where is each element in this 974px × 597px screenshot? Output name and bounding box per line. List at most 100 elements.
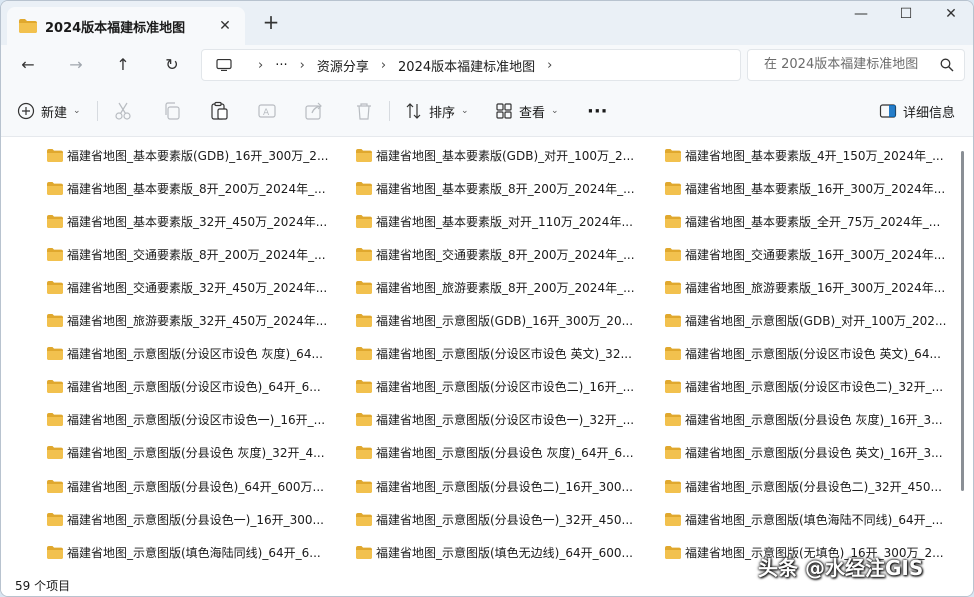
file-name: 福建省地图_示意图版(分设区市设色 英文)_32...	[376, 347, 632, 362]
file-item[interactable]: 福建省地图_示意图版(分县设色)_64开_600万...	[47, 474, 324, 498]
folder-icon	[665, 181, 681, 195]
file-item[interactable]: 福建省地图_示意图版(分设区市设色 英文)_64...	[665, 342, 941, 366]
search-input[interactable]: 在 2024版本福建标准地图	[747, 49, 965, 81]
command-bar: 新建 ⌄ A 排序 ⌄ 查看 ⌄ ··· 详细信息	[1, 85, 973, 137]
file-item[interactable]: 福建省地图_示意图版(GDB)_16开_300万_20...	[356, 309, 633, 333]
new-button[interactable]: 新建 ⌄	[17, 99, 81, 123]
sort-icon	[406, 103, 421, 119]
file-item[interactable]: 福建省地图_基本要素版_8开_200万_2024年_...	[47, 176, 326, 200]
more-options-button[interactable]: ···	[587, 99, 608, 123]
file-item[interactable]: 福建省地图_基本要素版_对开_110万_2024年...	[356, 209, 633, 233]
folder-icon	[47, 545, 63, 559]
folder-icon	[665, 512, 681, 526]
file-item[interactable]: 福建省地图_交通要素版_32开_450万_2024年...	[47, 275, 327, 299]
file-item[interactable]: 福建省地图_示意图版(GDB)_对开_100万_202...	[665, 309, 946, 333]
file-item[interactable]: 福建省地图_示意图版(分县设色 灰度)_32开_4...	[47, 441, 325, 465]
explorer-window: 2024版本福建标准地图 ✕ + — ☐ ✕ ← → ↑ ↻ › ··· › 资…	[0, 0, 974, 597]
folder-icon	[665, 380, 681, 394]
forward-button[interactable]: →	[62, 51, 90, 79]
file-name: 福建省地图_基本要素版_对开_110万_2024年...	[376, 214, 633, 229]
file-item[interactable]: 福建省地图_交通要素版_8开_200万_2024年_...	[356, 242, 635, 266]
file-item[interactable]: 福建省地图_基本要素版(GDB)_16开_300万_2...	[47, 143, 328, 167]
file-item[interactable]: 福建省地图_示意图版(分设区市设色一)_16开_...	[47, 408, 325, 432]
folder-icon	[356, 479, 372, 493]
file-name: 福建省地图_基本要素版_4开_150万_2024年_...	[685, 148, 944, 163]
file-item[interactable]: 福建省地图_示意图版(分设区市设色)_64开_6...	[47, 375, 321, 399]
file-name: 福建省地图_示意图版(分设区市设色 英文)_64...	[685, 347, 941, 362]
file-item[interactable]: 福建省地图_示意图版(分县设色 灰度)_16开_3...	[665, 408, 943, 432]
file-item[interactable]: 福建省地图_示意图版(分设区市设色二)_32开_...	[665, 375, 943, 399]
view-button[interactable]: 查看 ⌄	[495, 99, 559, 123]
file-name: 福建省地图_基本要素版_16开_300万_2024年...	[685, 181, 946, 196]
file-item[interactable]: 福建省地图_基本要素版_32开_450万_2024年...	[47, 209, 327, 233]
file-item[interactable]: 福建省地图_示意图版(分设区市设色二)_16开_...	[356, 375, 634, 399]
file-item[interactable]: 福建省地图_基本要素版_16开_300万_2024年...	[665, 176, 945, 200]
breadcrumb-resource-share[interactable]: 资源分享	[317, 56, 369, 75]
file-item[interactable]: 福建省地图_示意图版(填色无边线)_64开_600...	[356, 540, 633, 564]
back-button[interactable]: ←	[14, 51, 42, 79]
file-name: 福建省地图_基本要素版(GDB)_16开_300万_2...	[67, 148, 329, 163]
file-item[interactable]: 福建省地图_示意图版(填色海陆同线)_64开_6...	[47, 540, 321, 564]
copy-icon[interactable]	[162, 101, 182, 121]
item-count: 59 个项目	[15, 579, 71, 593]
file-name: 福建省地图_示意图版(填色海陆不同线)_64开_...	[685, 512, 944, 527]
file-item[interactable]: 福建省地图_示意图版(分设区市设色 灰度)_64...	[47, 342, 323, 366]
file-item[interactable]: 福建省地图_示意图版(分县设色 灰度)_64开_6...	[356, 441, 634, 465]
folder-icon	[356, 247, 372, 261]
file-name: 福建省地图_示意图版(分设区市设色 灰度)_64...	[67, 347, 323, 362]
breadcrumb-current-folder[interactable]: 2024版本福建标准地图	[398, 56, 535, 75]
file-item[interactable]: 福建省地图_交通要素版_8开_200万_2024年_...	[47, 242, 326, 266]
file-item[interactable]: 福建省地图_基本要素版(GDB)_对开_100万_2...	[356, 143, 634, 167]
breadcrumb-ellipsis[interactable]: ···	[275, 58, 287, 73]
folder-icon	[665, 148, 681, 162]
file-item[interactable]: 福建省地图_旅游要素版_16开_300万_2024年...	[665, 275, 945, 299]
file-name: 福建省地图_基本要素版_全开_75万_2024年_...	[685, 214, 941, 229]
vertical-scrollbar[interactable]	[961, 151, 964, 491]
file-item[interactable]: 福建省地图_基本要素版_4开_150万_2024年_...	[665, 143, 944, 167]
file-item[interactable]: 福建省地图_示意图版(填色海陆不同线)_64开_...	[665, 507, 943, 531]
file-item[interactable]: 福建省地图_示意图版(分设区市设色一)_32开_...	[356, 408, 634, 432]
paste-icon[interactable]	[209, 101, 229, 121]
breadcrumb-separator: ›	[380, 57, 387, 73]
file-item[interactable]: 福建省地图_示意图版(分县设色二)_32开_450...	[665, 474, 942, 498]
file-name: 福建省地图_示意图版(分县设色 灰度)_32开_4...	[67, 446, 325, 461]
tab-current-folder[interactable]: 2024版本福建标准地图 ✕	[7, 7, 245, 45]
rename-icon[interactable]: A	[257, 101, 277, 121]
maximize-button[interactable]: ☐	[886, 3, 926, 27]
file-item[interactable]: 福建省地图_交通要素版_16开_300万_2024年...	[665, 242, 945, 266]
folder-icon	[356, 148, 372, 162]
close-window-button[interactable]: ✕	[931, 3, 971, 27]
file-item[interactable]: 福建省地图_示意图版(分县设色二)_16开_300...	[356, 474, 633, 498]
tab-close-icon[interactable]: ✕	[215, 16, 235, 36]
file-item[interactable]: 福建省地图_示意图版(分设区市设色 英文)_32...	[356, 342, 632, 366]
file-item[interactable]: 福建省地图_旅游要素版_32开_450万_2024年...	[47, 309, 327, 333]
share-icon[interactable]	[304, 101, 324, 121]
refresh-button[interactable]: ↻	[158, 51, 186, 79]
folder-icon	[356, 314, 372, 327]
cut-icon[interactable]	[113, 101, 133, 121]
details-pane-icon	[879, 104, 897, 118]
file-name: 福建省地图_基本要素版(GDB)_对开_100万_2...	[376, 148, 635, 163]
folder-icon	[665, 247, 681, 261]
details-pane-button[interactable]: 详细信息	[879, 99, 955, 123]
file-item[interactable]: 福建省地图_示意图版(分县设色一)_32开_450...	[356, 507, 633, 531]
delete-icon[interactable]	[354, 101, 374, 121]
folder-icon	[356, 280, 372, 294]
address-bar[interactable]: › ··· › 资源分享 › 2024版本福建标准地图 ›	[201, 49, 741, 81]
file-name: 福建省地图_示意图版(分县设色 英文)_16开_3...	[685, 446, 943, 461]
new-tab-button[interactable]: +	[259, 11, 283, 35]
details-pane-label: 详细信息	[903, 105, 956, 121]
file-item[interactable]: 福建省地图_示意图版(分县设色 英文)_16开_3...	[665, 441, 943, 465]
minimize-button[interactable]: —	[841, 3, 881, 27]
sort-button[interactable]: 排序 ⌄	[405, 99, 469, 123]
file-item[interactable]: 福建省地图_基本要素版_8开_200万_2024年_...	[356, 176, 635, 200]
add-icon	[17, 102, 35, 120]
file-item[interactable]: 福建省地图_旅游要素版_8开_200万_2024年_...	[356, 275, 635, 299]
file-item[interactable]: 福建省地图_示意图版(分县设色一)_16开_300...	[47, 507, 324, 531]
more-icon: ···	[587, 100, 608, 122]
file-name: 福建省地图_交通要素版_16开_300万_2024年...	[685, 247, 946, 262]
file-name: 福建省地图_旅游要素版_8开_200万_2024年_...	[376, 280, 635, 295]
file-item[interactable]: 福建省地图_基本要素版_全开_75万_2024年_...	[665, 209, 940, 233]
file-name: 福建省地图_基本要素版_8开_200万_2024年_...	[376, 181, 635, 196]
up-button[interactable]: ↑	[109, 51, 137, 79]
